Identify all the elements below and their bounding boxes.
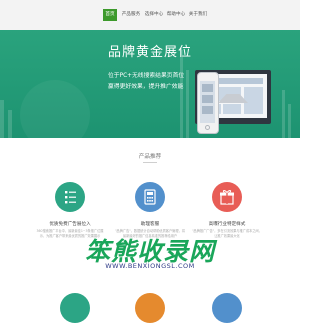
hero-subtitle-2: 赢得更好效果，提升推广效能 [108, 84, 184, 90]
calculator-icon [144, 189, 156, 205]
nav-selection-center[interactable]: 选择中心 [144, 9, 164, 21]
phone-screen-block [202, 84, 213, 92]
decor-bar [186, 70, 189, 138]
next-green-icon[interactable] [60, 293, 90, 323]
hero-subtitle-1: 位于PC+无线搜索结果页首位 [108, 73, 185, 79]
nav-about-us[interactable]: 关于我们 [188, 9, 208, 21]
product-card-2-icon-circle[interactable] [135, 182, 165, 212]
decor-bar [8, 110, 12, 138]
product-card-1-icon-circle[interactable] [55, 182, 85, 212]
decor-bar [282, 90, 285, 138]
phone-screen-block [202, 106, 213, 114]
decor-circle [20, 80, 90, 138]
next-orange-icon[interactable] [135, 293, 165, 323]
product-card-1-title[interactable]: 优质免费广告展位入 [30, 221, 110, 227]
decor-bar [288, 104, 291, 138]
phone-home-button [205, 125, 210, 130]
nav-home[interactable]: 首页 [103, 9, 117, 21]
nav-products[interactable]: 产品服务 [121, 9, 141, 21]
product-card-3-icon-circle[interactable] [212, 182, 242, 212]
watermark-url: WWW.BENXIONGSL.COM [105, 262, 195, 270]
screen-block [244, 87, 263, 114]
top-nav: 首页 产品服务 选择中心 帮助中心 关于我们 [0, 0, 300, 30]
phone-screen [200, 81, 215, 123]
nav-help-center[interactable]: 帮助中心 [166, 9, 186, 21]
screen-block [223, 104, 241, 114]
hero-title: 品牌黄金展位 [108, 45, 193, 60]
section-divider [143, 162, 157, 163]
product-card-2-title[interactable]: 助理客服 [110, 221, 190, 227]
phone-illustration [197, 72, 219, 134]
next-blue-icon[interactable] [212, 293, 242, 323]
product-card-3-title[interactable]: 高曝行业特定样式 [187, 221, 267, 227]
hero-banner[interactable]: 品牌黄金展位 位于PC+无线搜索结果页首位 赢得更好效果，提升推广效能 [0, 30, 300, 138]
gift-icon [220, 190, 234, 205]
decor-bar [0, 100, 4, 138]
list-icon [65, 191, 76, 204]
phone-screen-block [202, 95, 213, 103]
section-title: 产品推荐 [138, 154, 162, 160]
decor-bar [180, 50, 183, 138]
